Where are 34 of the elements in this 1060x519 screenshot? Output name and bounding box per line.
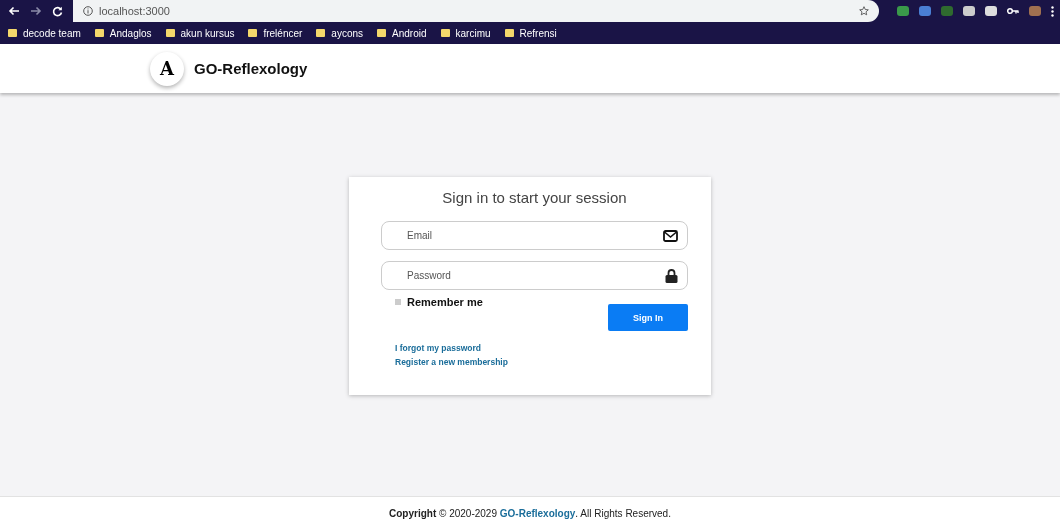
text-link[interactable]: Register a new membership [395,357,508,367]
address-bar[interactable]: localhost:3000 [73,0,879,22]
url-text: localhost:3000 [99,5,171,17]
extension-icon[interactable] [985,6,997,16]
bookmark-item[interactable]: decode team [8,27,81,39]
envelope-icon [663,229,678,242]
reload-icon[interactable] [52,5,63,17]
copyright-text: Copyright © 2020-2029 GO-Reflexology. All Rights Reserved. [389,508,671,519]
star-icon[interactable] [859,6,869,16]
bookmark-item[interactable]: Android [377,27,427,39]
remember-checkbox[interactable]: Remember me [381,296,483,308]
extension-icon[interactable] [897,6,909,16]
brand-title: GO-Reflexology [194,60,308,77]
sign-in-button[interactable]: Sign In [608,304,688,331]
extension-icon[interactable] [963,6,975,16]
menu-icon[interactable] [1051,5,1054,17]
password-field[interactable]: Password [381,261,688,290]
bookmark-item[interactable]: Andaglos [94,27,152,39]
key-icon[interactable] [1007,7,1019,15]
forward-arrow-icon[interactable] [30,6,42,16]
logo-icon: A [150,51,184,86]
back-arrow-icon[interactable] [8,6,20,16]
footer-link[interactable]: GO-Reflexology [499,508,576,519]
bookmark-item[interactable]: Refrensi [504,27,557,39]
profile-avatar[interactable] [1029,6,1041,16]
bookmark-item[interactable]: karcimu [440,27,491,39]
bookmark-item[interactable]: aycons [316,27,364,39]
text-link[interactable]: I forgot my password [395,343,481,353]
info-icon [83,6,93,16]
lock-icon [665,268,678,283]
bookmark-item[interactable]: freléncer [248,27,303,39]
bookmark-item[interactable]: akun kursus [165,27,235,39]
card-title: Sign in to start your session [441,189,628,206]
email-field[interactable]: Email [381,221,688,250]
